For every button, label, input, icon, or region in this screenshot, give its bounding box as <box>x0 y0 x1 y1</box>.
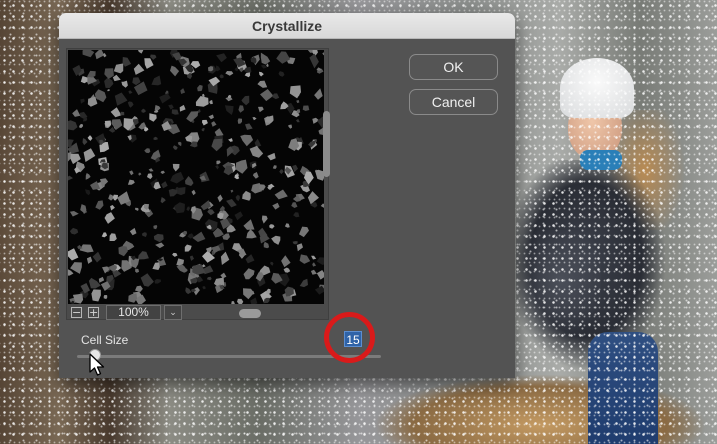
crystal-preview-image <box>68 50 324 304</box>
photo-scarf <box>580 150 622 170</box>
horizontal-scroll-thumb[interactable] <box>239 309 261 318</box>
zoom-out-button[interactable]: − <box>71 307 82 318</box>
dialog-title: Crystallize <box>251 17 323 34</box>
photo-jacket <box>516 160 666 375</box>
photo-jeans <box>588 332 658 444</box>
vertical-scroll-thumb[interactable] <box>323 111 330 177</box>
dialog-titlebar[interactable]: Crystallize <box>59 13 515 39</box>
cell-size-label: Cell Size <box>81 333 129 347</box>
zoom-dropdown-chevron-icon[interactable]: ⌄ <box>164 305 182 320</box>
crystallize-dialog: Crystallize − + 100% ⌄ OK Cancel Cell Si… <box>59 13 515 378</box>
filter-preview[interactable] <box>68 50 324 304</box>
photo-hair <box>600 110 690 230</box>
photo-jacket-sleeve <box>516 230 601 340</box>
zoom-in-button[interactable]: + <box>88 307 99 318</box>
ok-button[interactable]: OK <box>409 54 498 80</box>
preview-panel: − + 100% ⌄ <box>66 48 329 320</box>
highlight-circle <box>324 312 375 363</box>
mouse-pointer-icon <box>89 353 105 376</box>
cancel-button[interactable]: Cancel <box>409 89 498 115</box>
zoom-level-field[interactable]: 100% <box>106 305 161 320</box>
photo-hat <box>560 58 634 118</box>
photo-face <box>568 96 622 160</box>
